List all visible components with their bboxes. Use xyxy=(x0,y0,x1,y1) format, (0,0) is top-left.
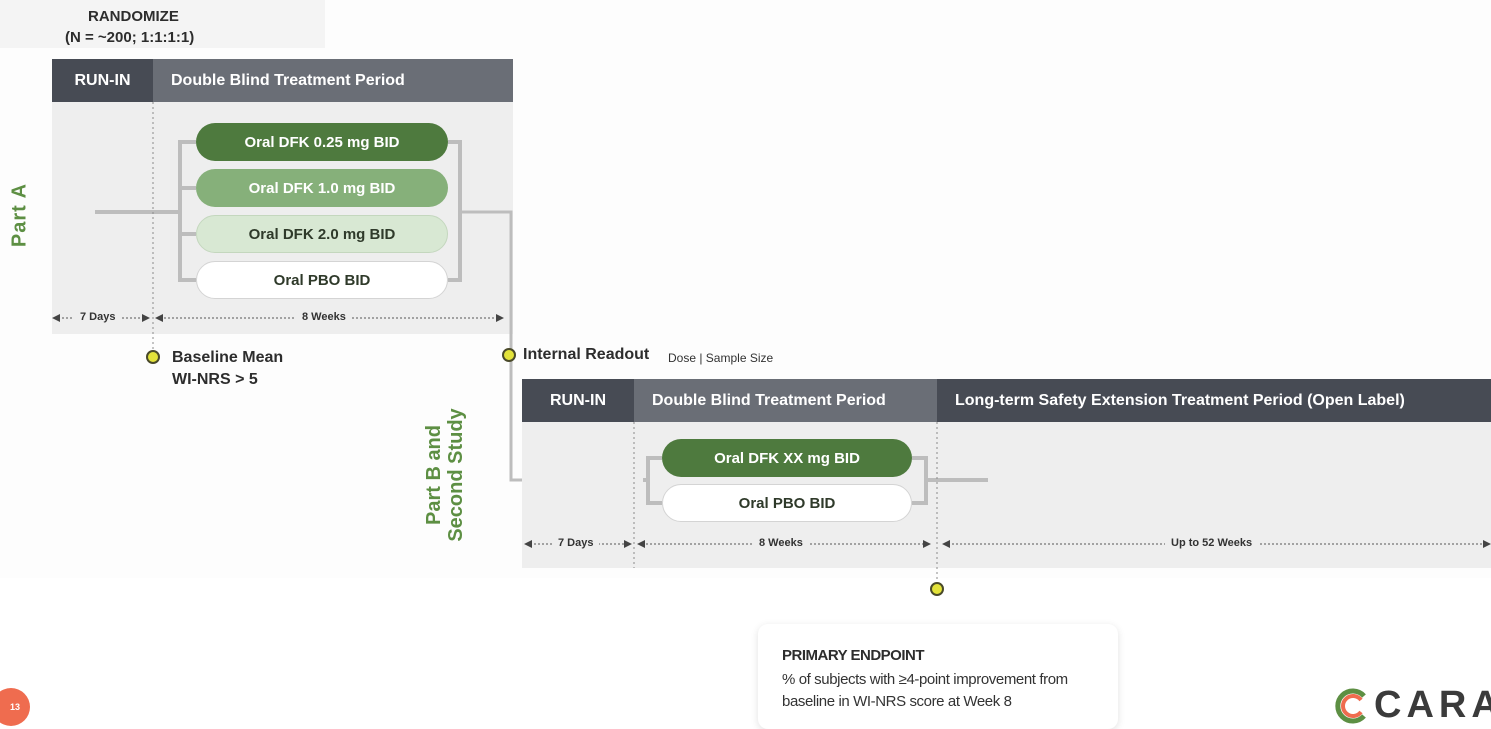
logo-mark-icon xyxy=(1335,688,1366,724)
part-b-connectors-top xyxy=(524,422,1491,582)
part-b-extension-duration: Up to 52 Weeks xyxy=(1165,537,1259,549)
logo-text: CARA xyxy=(1374,684,1491,726)
arm-dfk-xx: Oral DFK XX mg BID xyxy=(662,439,912,477)
endpoint-dot xyxy=(930,582,944,596)
logo: CARA xyxy=(1334,684,1491,729)
part-b-runin-duration: 7 Days xyxy=(552,537,600,549)
arm-pbo-b: Oral PBO BID xyxy=(662,484,912,522)
endpoint-line-2: baseline in WI-NRS score at Week 8 xyxy=(782,693,1012,710)
endpoint-line-1: % of subjects with ≥4-point improvement … xyxy=(782,671,1068,688)
endpoint-title: PRIMARY ENDPOINT xyxy=(782,647,925,664)
part-b-treatment-duration: 8 Weeks xyxy=(753,537,809,549)
